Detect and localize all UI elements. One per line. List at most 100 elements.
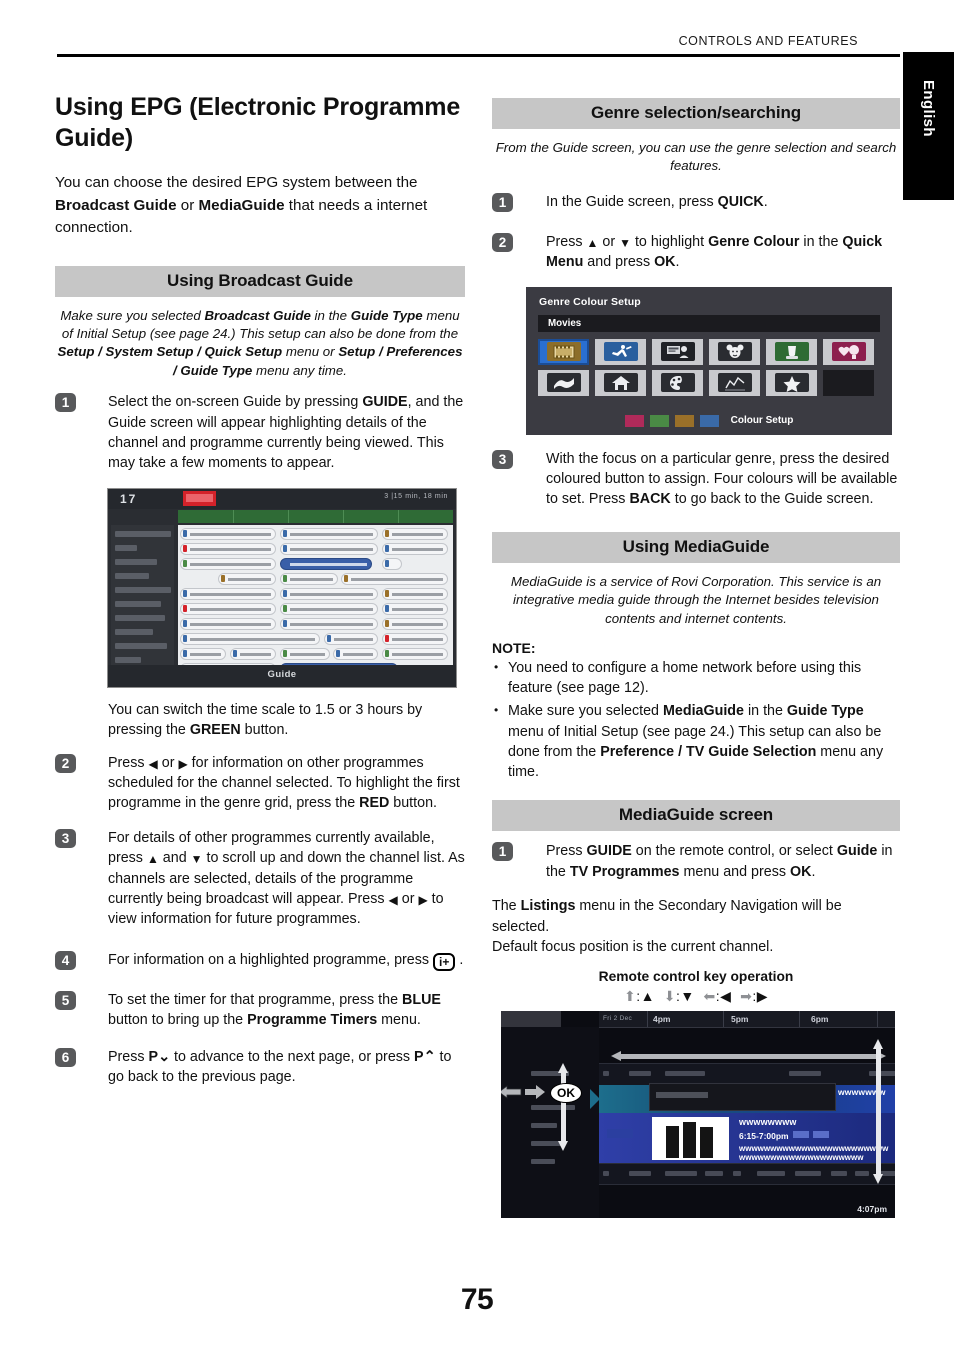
colour-swatch-green[interactable] <box>649 414 669 427</box>
step-text: Select the on-screen Guide by pressing G… <box>108 394 464 472</box>
mg-detail-time: 6:15-7:00pm <box>739 1131 789 1142</box>
page-title: Using EPG (Electronic Programme Guide) <box>55 93 461 152</box>
genre-grid <box>538 338 880 396</box>
step-2: 2 Press ◀ or ▶ for information on other … <box>55 753 465 814</box>
genre-step-3: 3 With the focus on a particular genre, … <box>492 449 900 510</box>
mg-clock: 4:07pm <box>857 1204 887 1215</box>
mg-channel-badge <box>607 1129 633 1139</box>
mg-time-4pm: 4pm <box>653 1014 671 1025</box>
genre-cell-movies[interactable] <box>538 338 589 365</box>
step-number: 3 <box>492 449 513 469</box>
manual-page: CONTROLS AND FEATURES English Using EPG … <box>0 0 954 1354</box>
vertical-navigation-arrow-left <box>558 1063 568 1152</box>
guide-time-bar <box>178 509 453 523</box>
mg-side-item[interactable] <box>531 1105 575 1111</box>
mg-programme-thumbnail <box>652 1117 729 1161</box>
back-key-icon <box>501 1085 523 1100</box>
genre-cell-documentary[interactable] <box>538 369 589 396</box>
mg-detail-text: wwwwwwww 6:15-7:00pm wwwwwwwwwwwwwwwwwww… <box>739 1117 889 1162</box>
mg-detail-desc: wwwwwwwwwwwwwwwwwwwwwwww wwwwwwwwwwwwwww… <box>739 1144 889 1163</box>
genre-cell-romance[interactable] <box>823 338 874 365</box>
step-text: In the Guide screen, press QUICK. <box>546 193 768 210</box>
guide-footer: Guide <box>108 664 456 687</box>
genre-cell-special[interactable] <box>766 369 817 396</box>
horizontal-navigation-arrow <box>611 1051 886 1062</box>
section-heading-mediaguide-screen: MediaGuide screen <box>492 800 900 832</box>
guide-top-right-info: 3 |15 min, 18 min <box>384 492 448 500</box>
sport-icon <box>611 344 632 357</box>
genre-cell-kids[interactable] <box>709 338 760 365</box>
mg-side-item[interactable] <box>531 1141 561 1147</box>
step-number: 1 <box>492 842 513 862</box>
step-4: 4 For information on a highlighted progr… <box>55 950 465 974</box>
guide-channel-logo <box>183 490 216 506</box>
movies-icon <box>553 345 574 359</box>
step-text: With the focus on a particular genre, pr… <box>546 450 898 508</box>
section-heading-broadcast-guide: Using Broadcast Guide <box>55 265 465 297</box>
step-text: Press ◀ or ▶ for information on other pr… <box>108 754 460 812</box>
step-6: 6 Press P⌄ to advance to the next page, … <box>55 1047 465 1088</box>
finance-icon <box>724 376 745 391</box>
arts-icon <box>669 375 682 390</box>
step-text: Press ▲ or ▼ to highlight Genre Colour i… <box>546 233 883 271</box>
note-list: You need to configure a home network bef… <box>492 657 900 782</box>
genre-setup-title: Genre Colour Setup <box>539 295 641 308</box>
genre-row-1 <box>538 338 880 365</box>
documentary-icon <box>553 377 574 389</box>
genre-cell-lifestyle[interactable] <box>595 369 646 396</box>
guide-clock: 17 <box>120 491 138 506</box>
left-column: Using EPG (Electronic Programme Guide) Y… <box>55 92 465 1101</box>
remote-key-title: Remote control key operation <box>598 969 794 985</box>
lifestyle-icon <box>611 375 630 390</box>
genre-cell-drama[interactable] <box>766 338 817 365</box>
mg-time-5pm: 5pm <box>731 1014 749 1025</box>
right-key-icon <box>525 1085 545 1100</box>
mg-time-header: Fri 2 Dec 4pm 5pm 6pm <box>599 1011 895 1029</box>
guide-footer-label: Guide <box>267 668 297 680</box>
mg-sidebar <box>501 1027 599 1219</box>
step-1: 1 Select the on-screen Guide by pressing… <box>55 392 465 474</box>
step-number: 1 <box>55 393 76 413</box>
step-text: Press GUIDE on the remote control, or se… <box>546 843 893 880</box>
mg-channel-row-bbc2[interactable] <box>599 1163 895 1186</box>
mediaguide-screenshot: Fri 2 Dec 4pm 5pm 6pm wwwwwww wwwwwwww 6… <box>501 1011 895 1219</box>
genre-cell-empty <box>823 369 874 396</box>
drama-icon <box>785 345 798 359</box>
step-text: To set the timer for that programme, pre… <box>108 991 441 1029</box>
colour-swatch-red[interactable] <box>624 414 644 427</box>
genre-selected-label: Movies <box>538 314 880 332</box>
colour-swatch-blue[interactable] <box>699 414 719 427</box>
language-tab: English <box>903 52 954 200</box>
genre-section-note: From the Guide screen, you can use the g… <box>495 140 897 174</box>
mg-time-6pm: 6pm <box>811 1014 829 1025</box>
section-heading-genre-selection: Genre selection/searching <box>492 98 900 129</box>
right-column: Genre selection/searching From the Guide… <box>492 98 900 1219</box>
genre-colour-setup-screenshot: Genre Colour Setup Movies Colour Setup <box>526 286 892 435</box>
mg-side-item[interactable] <box>531 1123 557 1129</box>
note-item: You need to configure a home network bef… <box>492 657 900 698</box>
guide-channel-list <box>111 524 174 677</box>
kids-icon <box>726 344 743 358</box>
running-head: CONTROLS AND FEATURES <box>678 34 858 48</box>
intro-paragraph: You can choose the desired EPG system be… <box>55 174 428 236</box>
mg-date: Fri 2 Dec <box>603 1015 633 1023</box>
mg-detail-title: wwwwwwww <box>739 1117 797 1128</box>
mg-side-item[interactable] <box>531 1159 555 1165</box>
mediaguide-note: MediaGuide is a service of Rovi Corporat… <box>510 573 882 626</box>
colour-swatch-yellow[interactable] <box>674 414 694 427</box>
mg-programme-tooltip <box>649 1083 836 1112</box>
genre-cell-sport[interactable] <box>595 338 646 365</box>
romance-icon <box>838 344 859 359</box>
step-number: 5 <box>55 990 76 1010</box>
step-number: 2 <box>55 753 76 773</box>
genre-step-2: 2 Press ▲ or ▼ to highlight Genre Colour… <box>492 232 900 273</box>
genre-cell-arts[interactable] <box>652 369 703 396</box>
special-star-icon <box>783 375 800 392</box>
guide-programme-grid <box>178 524 453 687</box>
genre-cell-news[interactable] <box>652 338 703 365</box>
page-number: 75 <box>460 1283 494 1316</box>
genre-cell-finance[interactable] <box>709 369 760 396</box>
step-number: 1 <box>492 192 513 212</box>
step-number: 6 <box>55 1047 76 1067</box>
broadcast-guide-screenshot: 17 3 |15 min, 18 min Guide <box>107 487 457 688</box>
